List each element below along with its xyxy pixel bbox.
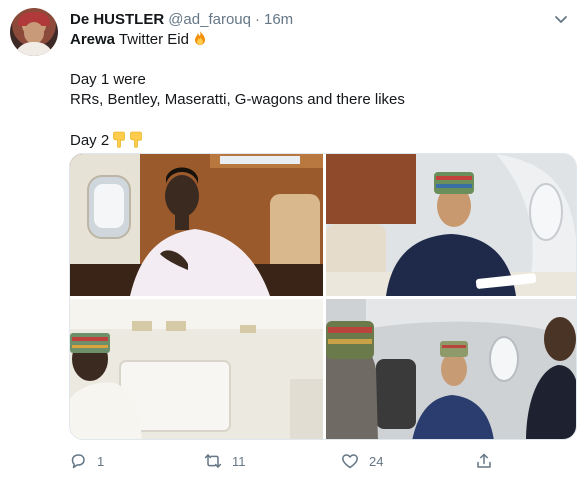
tweet-actions: 1 11 24 — [69, 450, 499, 472]
photo-2[interactable] — [326, 154, 576, 296]
retweet-count: 11 — [232, 453, 246, 469]
reply-icon — [71, 454, 85, 469]
reply-button[interactable]: 1 — [69, 450, 104, 472]
tweet-line-4: Day 2 — [70, 130, 570, 150]
photo-3[interactable] — [70, 299, 323, 439]
reply-count: 1 — [97, 453, 105, 469]
like-count: 24 — [369, 453, 384, 469]
photo-2-image — [326, 154, 576, 296]
separator-dot: · — [254, 11, 260, 28]
tweet-line-4-text: Day 2 — [70, 132, 110, 149]
pointing-down-emoji-icon — [130, 131, 142, 148]
pointing-down-emoji-icon — [113, 131, 125, 148]
photo-4-image — [326, 299, 576, 439]
user-handle[interactable]: @ad_farouq — [168, 10, 251, 30]
timestamp[interactable]: 16m — [264, 10, 293, 30]
tweet-text: Arewa Twitter Eid Day 1 were RRs, Bentle… — [70, 30, 570, 150]
media-grid — [69, 153, 577, 440]
photo-4[interactable] — [326, 299, 576, 439]
share-button[interactable] — [475, 450, 493, 472]
tweet-line-1: Arewa Twitter Eid — [70, 30, 570, 50]
tweet-line-3: RRs, Bentley, Maseratti, G-wagons and th… — [70, 91, 405, 108]
photo-1[interactable] — [70, 154, 323, 296]
chevron-down-icon[interactable] — [552, 14, 570, 26]
avatar-face — [24, 22, 44, 44]
tweet[interactable]: De HUSTLER @ad_farouq · 16m Arewa Twitte… — [0, 0, 584, 479]
avatar[interactable] — [10, 8, 58, 56]
photo-3-image — [70, 299, 323, 439]
photo-1-image — [70, 154, 323, 296]
display-name[interactable]: De HUSTLER — [70, 10, 164, 30]
tweet-header: De HUSTLER @ad_farouq · 16m — [70, 10, 293, 30]
retweet-button[interactable]: 11 — [204, 450, 246, 472]
retweet-icon — [204, 454, 222, 468]
tweet-line-2: Day 1 were — [70, 71, 146, 88]
fire-emoji-icon — [194, 31, 205, 45]
heart-icon — [342, 454, 358, 469]
avatar-body — [14, 42, 54, 56]
like-button[interactable]: 24 — [341, 450, 383, 472]
share-icon — [477, 453, 491, 468]
tweet-hashtag-word: Arewa — [70, 31, 116, 48]
tweet-line-1-text: Twitter Eid — [115, 31, 189, 48]
